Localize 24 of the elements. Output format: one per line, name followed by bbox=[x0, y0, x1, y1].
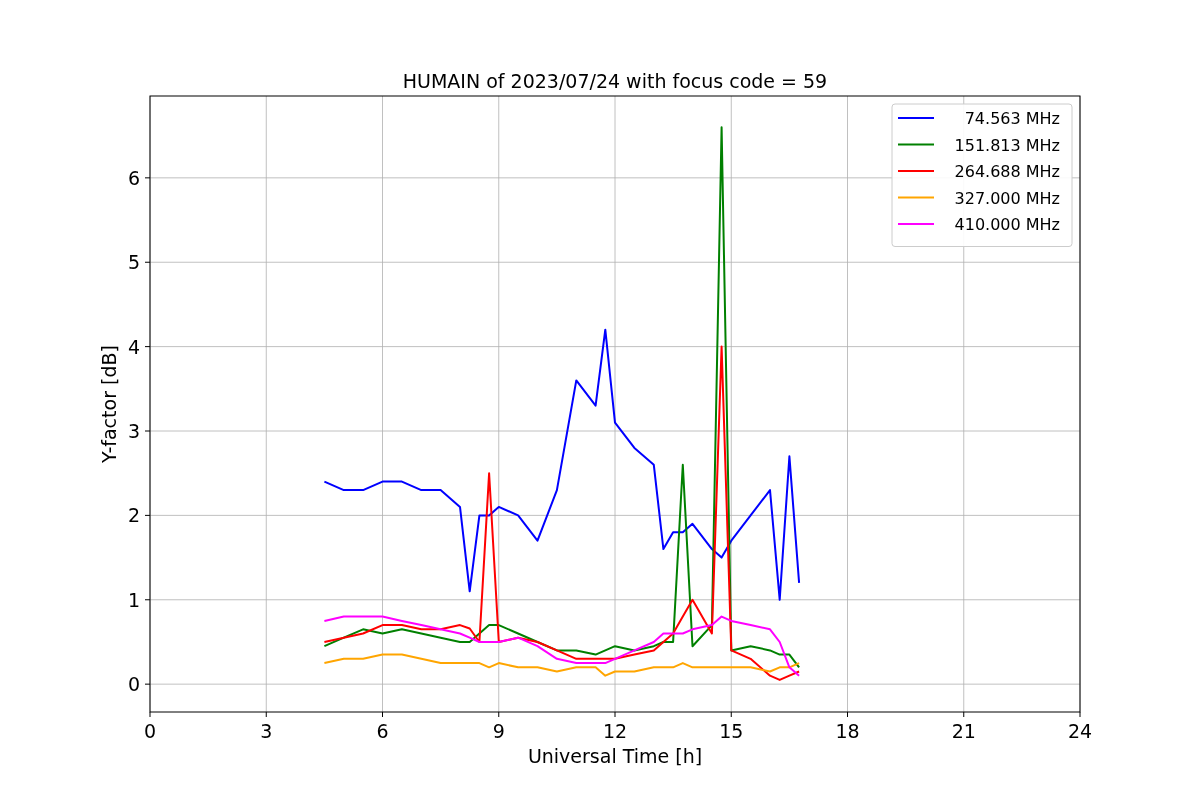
x-tick-label: 21 bbox=[951, 720, 976, 742]
y-axis-label: Y-factor [dB] bbox=[98, 345, 120, 463]
y-tick-label: 4 bbox=[127, 335, 140, 358]
x-tick-label: 9 bbox=[492, 720, 505, 742]
y-tick-label: 5 bbox=[127, 251, 140, 274]
x-tick-label: 0 bbox=[143, 720, 157, 742]
legend-label: 327.000 MHz bbox=[954, 188, 1060, 208]
x-tick-label: 3 bbox=[260, 720, 273, 742]
y-tick-label: 6 bbox=[127, 166, 140, 189]
y-tick-label: 3 bbox=[127, 420, 140, 442]
legend-label: 264.688 MHz bbox=[954, 162, 1060, 181]
legend-label: 410.000 MHz bbox=[954, 215, 1060, 234]
legend-label: 74.563 MHz bbox=[964, 109, 1060, 128]
x-axis-label: Universal Time [h] bbox=[527, 745, 703, 767]
legend-label: 151.813 MHz bbox=[954, 135, 1060, 155]
y-tick-label: 1 bbox=[127, 588, 140, 611]
x-tick-label: 18 bbox=[835, 720, 860, 742]
x-tick-label: 24 bbox=[1067, 720, 1093, 742]
chart-title: HUMAIN of 2023/07/24 with focus code = 59 bbox=[402, 70, 828, 92]
x-tick-label: 15 bbox=[719, 720, 744, 742]
x-tick-label: 12 bbox=[602, 720, 628, 742]
y-tick-label: 0 bbox=[127, 673, 140, 696]
y-tick-label: 2 bbox=[127, 504, 140, 527]
x-tick-label: 6 bbox=[376, 720, 389, 742]
